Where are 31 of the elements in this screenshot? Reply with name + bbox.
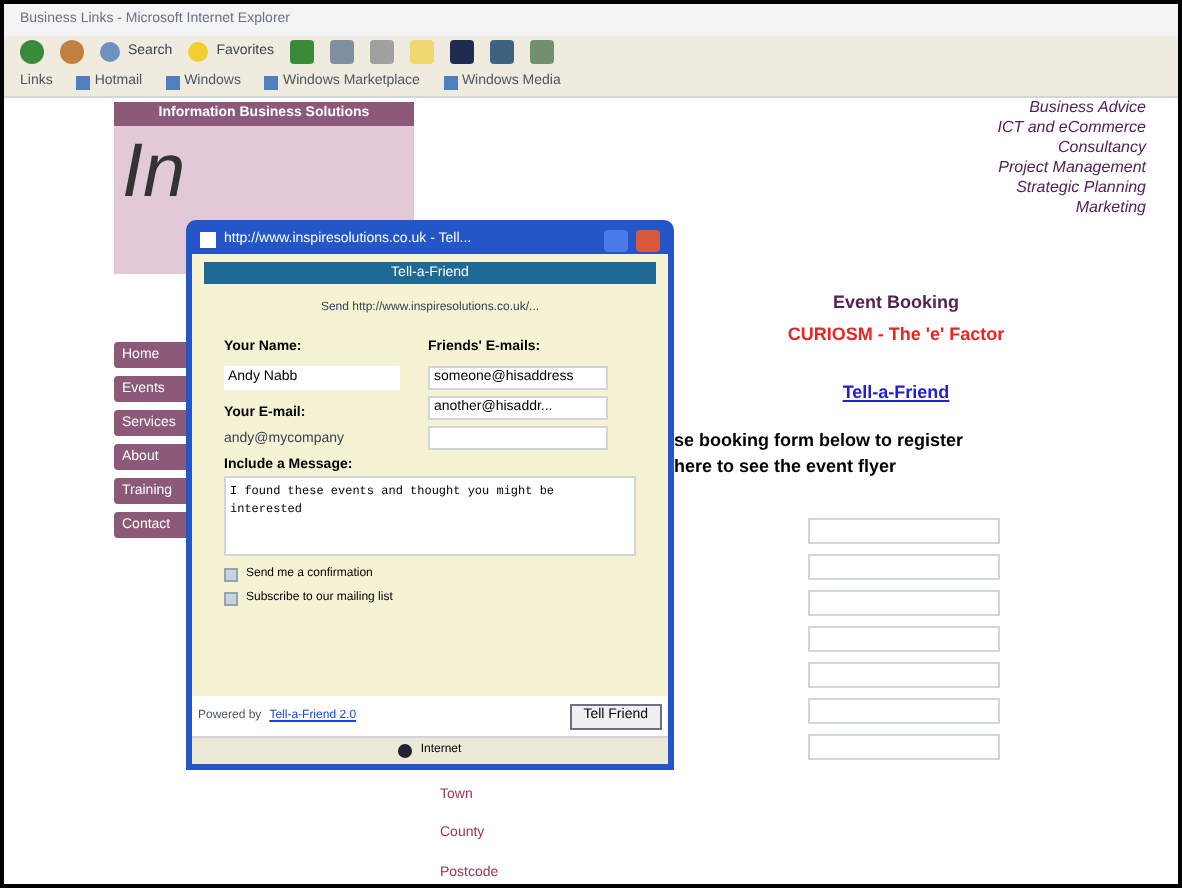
input-field[interactable] <box>808 733 1001 759</box>
page-icon <box>200 232 216 248</box>
input-field[interactable] <box>808 697 1001 723</box>
input-field[interactable] <box>808 589 1001 615</box>
service-item: Business Advice <box>1029 98 1146 118</box>
close-button[interactable] <box>636 229 660 251</box>
body-text: se booking form below to register <box>674 427 966 454</box>
service-item: Strategic Planning <box>1016 178 1146 198</box>
input-field[interactable] <box>808 625 1001 651</box>
globe-icon <box>398 744 413 758</box>
service-item: Project Management <box>998 158 1146 178</box>
checkbox[interactable] <box>224 568 238 582</box>
input-field[interactable] <box>808 661 1001 687</box>
search-icon <box>100 42 120 63</box>
service-item: Marketing <box>1075 198 1146 218</box>
minimize-button[interactable] <box>604 229 628 251</box>
event-title: CURIOSM - The 'e' Factor <box>787 321 1005 347</box>
logo-text: In <box>120 128 188 218</box>
service-item: ICT and eCommerce <box>997 118 1146 138</box>
body-text: here to see the event flyer <box>674 454 899 480</box>
email-field[interactable] <box>428 425 608 449</box>
page-icon <box>166 75 181 90</box>
page-icon <box>76 75 91 90</box>
page-icon <box>264 75 279 90</box>
tell-a-friend-link[interactable]: Tell-a-Friend <box>842 380 950 407</box>
event-heading: Event Booking <box>832 290 959 316</box>
input-field[interactable] <box>808 517 1001 543</box>
input-field[interactable] <box>808 553 1001 579</box>
service-item: Consultancy <box>1057 138 1146 158</box>
checkbox[interactable] <box>224 592 238 606</box>
page-icon <box>443 75 458 90</box>
